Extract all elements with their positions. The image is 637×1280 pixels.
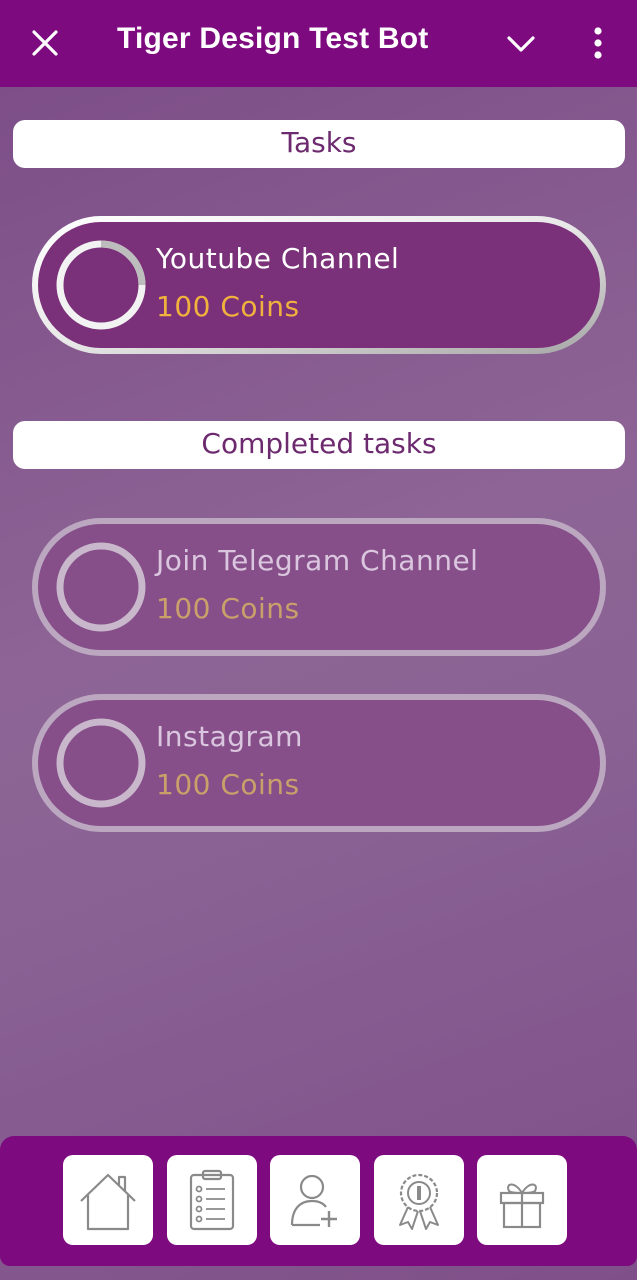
bottom-navigation — [0, 1136, 637, 1266]
task-reward: 100 Coins — [156, 290, 300, 323]
task-card[interactable]: Youtube Channel 100 Coins — [32, 216, 606, 354]
award-badge-icon — [399, 1173, 439, 1230]
close-icon[interactable] — [26, 24, 64, 62]
task-reward: 100 Coins — [156, 768, 300, 801]
app-header: Tiger Design Test Bot — [0, 0, 637, 87]
task-card-frame — [32, 518, 606, 656]
chevron-down-icon[interactable] — [503, 26, 539, 62]
task-card-frame — [32, 216, 606, 354]
task-label: Instagram — [156, 720, 303, 753]
nav-invite-button[interactable] — [270, 1155, 360, 1245]
nav-tasks-button[interactable] — [167, 1155, 257, 1245]
clipboard-checklist-icon — [189, 1169, 235, 1231]
nav-rewards-button[interactable] — [374, 1155, 464, 1245]
task-reward: 100 Coins — [156, 592, 300, 625]
completed-task-card[interactable]: Instagram 100 Coins — [32, 694, 606, 832]
add-user-icon — [290, 1174, 337, 1227]
completed-section-title: Completed tasks — [13, 421, 625, 469]
nav-home-button[interactable] — [63, 1155, 153, 1245]
tasks-section-title: Tasks — [13, 120, 625, 168]
more-vertical-icon[interactable] — [584, 24, 612, 64]
nav-gift-button[interactable] — [477, 1155, 567, 1245]
completed-task-card[interactable]: Join Telegram Channel 100 Coins — [32, 518, 606, 656]
task-card-frame — [32, 694, 606, 832]
task-label: Join Telegram Channel — [156, 544, 479, 577]
page-title: Tiger Design Test Bot — [117, 22, 429, 55]
home-icon — [80, 1173, 136, 1231]
task-label: Youtube Channel — [156, 242, 400, 275]
gift-icon — [499, 1183, 545, 1229]
